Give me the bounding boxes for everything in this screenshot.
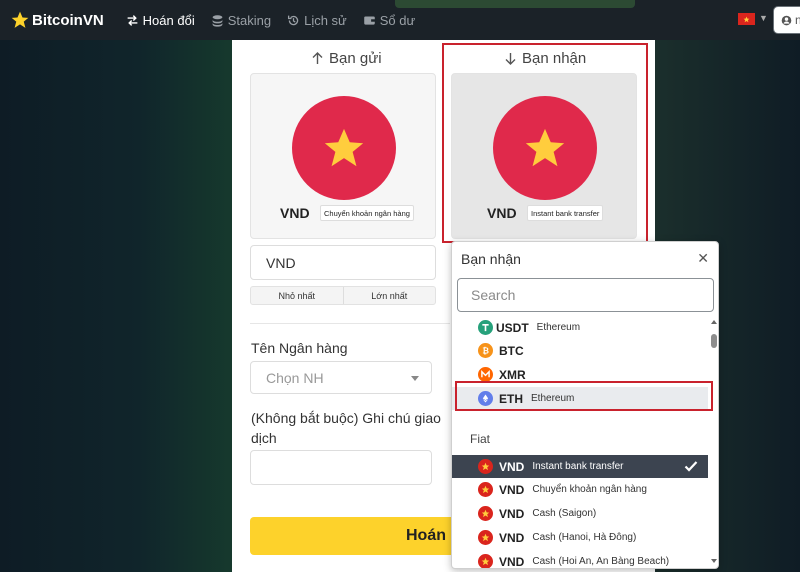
amount-input[interactable]: VND — [250, 245, 436, 280]
currency-code: BTC — [499, 343, 524, 358]
nav-swap-label: Hoán đổi — [142, 12, 195, 28]
close-icon[interactable]: ✕ — [697, 250, 709, 267]
svg-text:₿: ₿ — [482, 347, 489, 355]
currency-network: Cash (Saigon) — [532, 508, 597, 519]
currency-code: VND — [499, 554, 525, 569]
nav-history[interactable]: Lịch sử — [287, 13, 347, 28]
send-method-badge: Chuyển khoản ngân hàng — [320, 205, 414, 221]
currency-search-input[interactable] — [457, 278, 714, 312]
currency-code: XMR — [499, 367, 526, 382]
history-icon — [288, 15, 299, 25]
send-currency-code: VND — [280, 205, 310, 221]
vietnam-flag-icon[interactable] — [738, 13, 755, 25]
swap-icon — [127, 14, 138, 26]
currency-list: USDT Ethereum ₿ BTC XMR ETH Ethereum Fia… — [452, 316, 708, 569]
section-divider — [250, 323, 450, 324]
send-currency-card[interactable]: VND Chuyển khoản ngân hàng — [250, 73, 436, 239]
currency-network: Cash (Hoi An, An Bàng Beach) — [532, 556, 670, 567]
note-label: (Không bắt buộc) Ghi chú giao dịch — [251, 410, 441, 446]
nav-staking-label: Staking — [227, 12, 272, 28]
scroll-down-icon[interactable] — [711, 559, 717, 563]
xmr-icon — [478, 367, 493, 382]
user-initial: n — [795, 13, 800, 27]
btc-icon: ₿ — [478, 343, 493, 358]
brand-name: BitcoinVN — [32, 11, 104, 29]
currency-code: USDT — [496, 320, 529, 335]
amount-currency: VND — [266, 254, 296, 271]
send-label-text: Bạn gửi — [329, 50, 382, 67]
arrow-up-icon — [312, 52, 323, 64]
coins-icon — [212, 14, 223, 27]
user-menu-button[interactable]: n — [773, 6, 800, 34]
list-item-vnd-cash-hanoi[interactable]: VND Cash (Hanoi, Hà Đông) — [452, 526, 708, 549]
currency-network: Instant bank transfer — [532, 461, 624, 472]
receive-card-highlight — [442, 43, 648, 243]
flag-star-icon — [324, 128, 364, 167]
list-item-vnd-cash-saigon[interactable]: VND Cash (Saigon) — [452, 502, 708, 525]
list-item-btc[interactable]: ₿ BTC — [452, 339, 708, 362]
currency-network: Chuyển khoản ngân hàng — [532, 484, 647, 495]
nav-balance-label: Sổ dư — [379, 12, 416, 28]
list-item-usdt[interactable]: USDT Ethereum — [452, 316, 708, 339]
swap-button[interactable]: Hoán đổi — [250, 517, 474, 555]
fiat-group-label: Fiat — [470, 432, 491, 446]
vietnam-flag-icon — [478, 459, 493, 474]
vietnam-flag-icon — [478, 506, 493, 521]
dropdown-title: Bạn nhận — [461, 251, 521, 267]
vietnam-flag-icon — [478, 482, 493, 497]
usdt-icon — [478, 320, 493, 335]
bank-name-label: Tên Ngân hàng — [251, 340, 348, 356]
nav-swap[interactable]: Hoán đổi — [126, 13, 195, 28]
nav-balance[interactable]: Sổ dư — [363, 13, 415, 28]
currency-network: Cash (Hanoi, Hà Đông) — [532, 532, 637, 543]
wallet-icon — [363, 15, 375, 25]
list-item-vnd-bank[interactable]: VND Chuyển khoản ngân hàng — [452, 478, 708, 501]
checkmark-icon — [684, 461, 698, 472]
flag-star-icon — [743, 16, 750, 22]
currency-network: Ethereum — [536, 322, 581, 333]
currency-code: VND — [499, 482, 525, 497]
bank-select[interactable]: Chọn NH — [250, 361, 432, 394]
vietnam-flag-icon — [478, 554, 493, 568]
main-nav: Hoán đổi Staking Lịch sử Sổ dư — [126, 13, 432, 28]
bank-select-value: Chọn NH — [266, 369, 324, 386]
user-icon — [781, 15, 792, 25]
min-button[interactable]: Nhỏ nhất — [251, 287, 344, 304]
scrollbar-thumb[interactable] — [711, 334, 717, 348]
min-max-toggle: Nhỏ nhất Lớn nhất — [250, 286, 436, 305]
nav-history-label: Lịch sử — [304, 12, 347, 28]
background-left — [0, 40, 232, 572]
list-item-vnd-cash-hoian[interactable]: VND Cash (Hoi An, An Bàng Beach) — [452, 550, 708, 569]
vietnam-flag-icon — [292, 96, 396, 200]
star-logo-icon — [11, 11, 29, 28]
scroll-up-icon[interactable] — [711, 320, 717, 324]
nav-staking[interactable]: Staking — [211, 13, 271, 28]
header-banner-edge — [395, 0, 635, 8]
max-button[interactable]: Lớn nhất — [344, 287, 436, 304]
eth-item-highlight — [455, 381, 713, 411]
dropdown-scrollbar[interactable] — [708, 318, 718, 568]
top-nav-bar: BitcoinVN Hoán đổi Staking Lịch sử Sổ dư… — [0, 0, 800, 40]
caret-down-icon — [411, 376, 419, 381]
currency-code: VND — [499, 459, 525, 474]
brand-logo[interactable]: BitcoinVN — [10, 10, 104, 30]
chevron-down-icon[interactable]: ▼ — [759, 13, 768, 23]
list-item-vnd-instant[interactable]: VND Instant bank transfer — [452, 455, 708, 478]
note-input[interactable] — [250, 450, 432, 485]
send-label: Bạn gửi — [312, 50, 382, 67]
currency-code: VND — [499, 530, 525, 545]
currency-code: VND — [499, 506, 525, 521]
vietnam-flag-icon — [478, 530, 493, 545]
